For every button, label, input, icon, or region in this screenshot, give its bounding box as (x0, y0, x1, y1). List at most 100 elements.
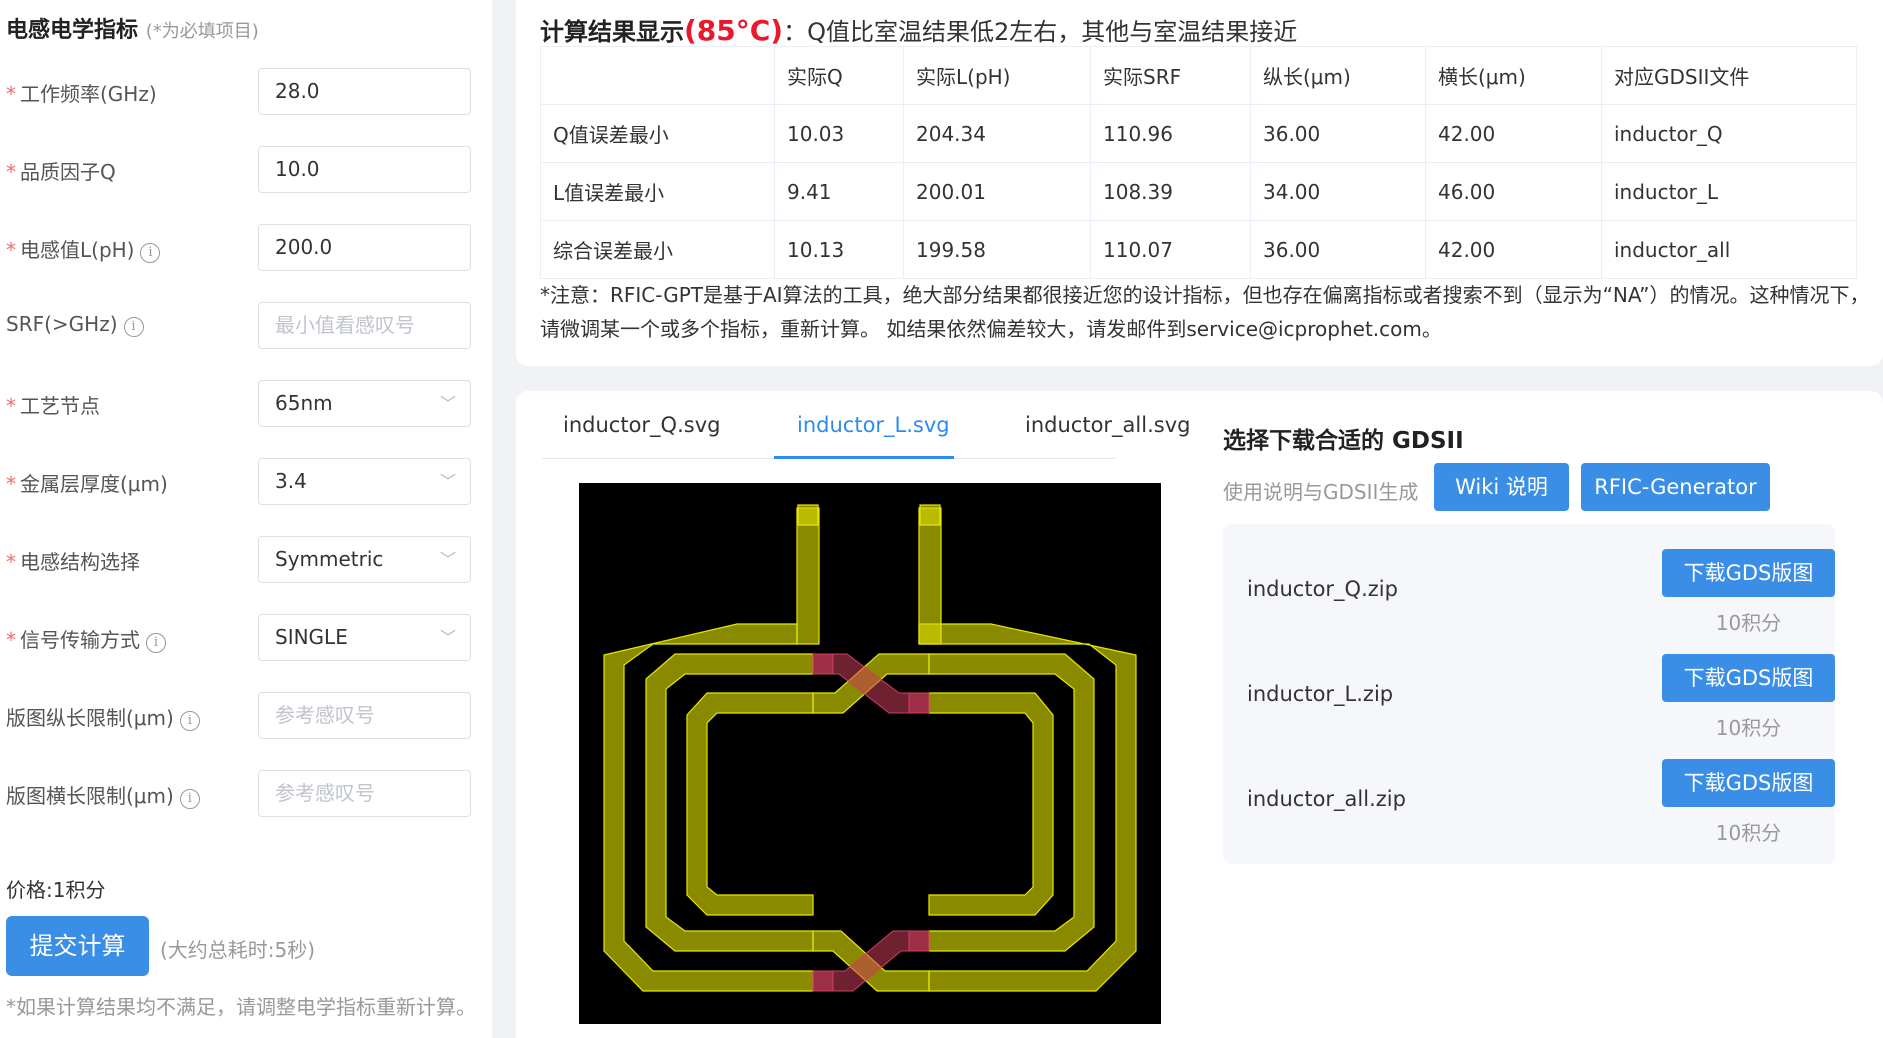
table-cell: 综合误差最小 (540, 220, 775, 279)
q-label: * 品质因子Q (6, 156, 116, 185)
port-left (797, 504, 819, 526)
chevron-down-icon: ﹀ (439, 472, 456, 491)
table-header: 实际SRF (1090, 46, 1251, 105)
viewer-card: inductor_Q.svg inductor_L.svg inductor_a… (516, 391, 1883, 1038)
length-limit-label: 版图纵长限制(μm) i (6, 702, 200, 731)
wiki-button[interactable]: Wiki 说明 (1434, 463, 1569, 511)
length-limit-input[interactable]: 参考感叹号 (258, 692, 471, 739)
srf-label-text: SRF(>GHz) (6, 312, 118, 336)
table-row[interactable]: 综合误差最小 10.13 199.58 110.07 36.00 42.00 i… (540, 220, 1857, 279)
table-header: 横长(μm) (1425, 46, 1602, 105)
tab-inductor-all[interactable]: inductor_all.svg (1025, 413, 1190, 437)
metal-thickness-label-text: 金属层厚度(μm) (20, 472, 168, 496)
download-file-name: inductor_L.zip (1247, 682, 1394, 706)
submit-button[interactable]: 提交计算 (6, 916, 149, 976)
results-note: *注意：RFIC-GPT是基于AI算法的工具，绝大部分结果都很接近您的设计指标，… (540, 283, 1870, 341)
table-cell: 200.01 (903, 162, 1091, 221)
via (908, 692, 930, 714)
chevron-down-icon: ﹀ (439, 628, 456, 647)
info-icon[interactable]: i (123, 317, 144, 337)
table-cell: inductor_all (1601, 220, 1857, 279)
download-gds-button[interactable]: 下载GDS版图 (1662, 654, 1835, 702)
freq-label-text: 工作频率(GHz) (20, 82, 157, 106)
info-icon[interactable]: i (140, 243, 161, 263)
structure-select[interactable]: Symmetric ﹀ (258, 536, 471, 583)
width-limit-input[interactable]: 参考感叹号 (258, 770, 471, 817)
table-cell: 110.07 (1090, 220, 1251, 279)
freq-input[interactable]: 28.0 (258, 68, 471, 115)
signal-mode-label: * 信号传输方式 i (6, 624, 166, 653)
metal-thickness-select[interactable]: 3.4 ﹀ (258, 458, 471, 505)
download-gds-button[interactable]: 下载GDS版图 (1662, 759, 1835, 807)
inductance-input[interactable]: 200.0 (258, 224, 471, 271)
feed-line-right (918, 507, 942, 645)
table-cell: inductor_Q (1601, 104, 1857, 163)
table-cell: 204.34 (903, 104, 1091, 163)
required-star: * (6, 82, 16, 106)
table-cell: 34.00 (1250, 162, 1426, 221)
metal-thickness-value: 3.4 (275, 469, 307, 493)
usage-label: 使用说明与GDSII生成 (1223, 480, 1419, 504)
table-cell: 42.00 (1425, 220, 1602, 279)
process-node-value: 65nm (275, 391, 333, 415)
download-file-name: inductor_Q.zip (1247, 577, 1398, 601)
process-node-select[interactable]: 65nm ﹀ (258, 380, 471, 427)
via (908, 930, 930, 952)
via (812, 970, 834, 992)
inductor-layout-image: .m { fill: rgba(212,212,0,0.65); stroke:… (579, 483, 1161, 1024)
required-star: * (6, 628, 16, 652)
download-file-name: inductor_all.zip (1247, 787, 1406, 811)
width-limit-label-text: 版图横长限制(μm) (6, 784, 174, 808)
table-row[interactable]: Q值误差最小 10.03 204.34 110.96 36.00 42.00 i… (540, 104, 1857, 163)
rfic-generator-button[interactable]: RFIC-Generator (1581, 463, 1770, 511)
via (812, 653, 834, 675)
download-cost: 10积分 (1715, 611, 1782, 635)
required-star: * (6, 160, 16, 184)
table-cell: 36.00 (1250, 220, 1426, 279)
tab-inductor-l[interactable]: inductor_L.svg (797, 413, 950, 437)
port-right (919, 504, 941, 526)
table-cell: 42.00 (1425, 104, 1602, 163)
chevron-down-icon: ﹀ (439, 394, 456, 413)
table-header: 实际Q (774, 46, 904, 105)
width-limit-label: 版图横长限制(μm) i (6, 780, 200, 809)
table-cell: Q值误差最小 (540, 104, 775, 163)
download-gds-button[interactable]: 下载GDS版图 (1662, 549, 1835, 597)
table-cell: 108.39 (1090, 162, 1251, 221)
metal-thickness-label: * 金属层厚度(μm) (6, 468, 168, 497)
structure-label: * 电感结构选择 (6, 546, 140, 575)
table-cell: 199.58 (903, 220, 1091, 279)
structure-label-text: 电感结构选择 (20, 550, 140, 574)
download-title: 选择下载合适的 GDSII (1223, 428, 1464, 454)
table-header: 实际L(pH) (903, 46, 1091, 105)
results-title-suffix: ：Q值比室温结果低2左右，其他与室温结果接近 (783, 18, 1298, 46)
info-icon[interactable]: i (179, 789, 200, 809)
srf-input[interactable]: 最小值看感叹号 (258, 302, 471, 349)
required-note: (*为必填项目) (145, 21, 259, 42)
active-tab-indicator (774, 456, 954, 459)
results-title: 计算结果显示(85°C)：Q值比室温结果低2左右，其他与室温结果接近 (540, 12, 1297, 47)
tab-inductor-q[interactable]: inductor_Q.svg (563, 413, 720, 437)
table-cell: 9.41 (774, 162, 904, 221)
required-star: * (6, 472, 16, 496)
inductance-label: * 电感值L(pH) i (6, 234, 161, 263)
q-input[interactable]: 10.0 (258, 146, 471, 193)
freq-label: * 工作频率(GHz) (6, 78, 157, 107)
inductance-label-text: 电感值L(pH) (20, 238, 135, 262)
form-title-text: 电感电学指标 (6, 18, 139, 43)
table-header (540, 46, 775, 105)
required-star: * (6, 550, 16, 574)
table-cell: 10.13 (774, 220, 904, 279)
info-icon[interactable]: i (146, 633, 166, 653)
structure-value: Symmetric (275, 547, 384, 571)
table-cell: 46.00 (1425, 162, 1602, 221)
length-limit-label-text: 版图纵长限制(μm) (6, 706, 174, 730)
info-icon[interactable]: i (179, 711, 200, 731)
signal-mode-select[interactable]: SINGLE ﹀ (258, 614, 471, 661)
table-row[interactable]: L值误差最小 9.41 200.01 108.39 34.00 46.00 in… (540, 162, 1857, 221)
table-header: 对应GDSII文件 (1601, 46, 1857, 105)
form-title: 电感电学指标 (*为必填项目) (6, 12, 259, 44)
q-label-text: 品质因子Q (20, 160, 116, 184)
table-cell: L值误差最小 (540, 162, 775, 221)
srf-label: SRF(>GHz) i (6, 312, 144, 337)
